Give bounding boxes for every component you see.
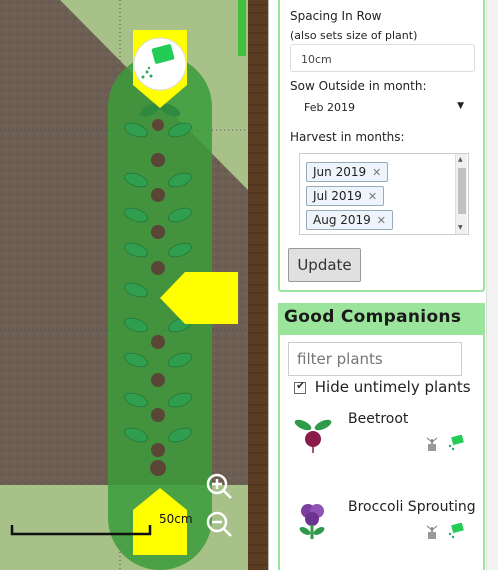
seed-packet-icon xyxy=(448,435,464,451)
hide-untimely-label: Hide untimely plants xyxy=(314,378,471,396)
harvest-tag[interactable]: Jun 2019 ✕ xyxy=(306,162,389,182)
companions-title: Good Companions xyxy=(284,307,462,327)
zoom-out-button[interactable] xyxy=(205,510,233,538)
companion-plant-name: Broccoli Sprouting xyxy=(348,499,476,515)
broccoli-icon xyxy=(299,504,325,539)
sow-label: Sow Outside in month: xyxy=(290,79,427,93)
seed-packet-icon xyxy=(448,523,464,539)
zoom-in-icon xyxy=(206,473,232,499)
check-icon: ✔ xyxy=(296,378,306,392)
spacing-label: Spacing In Row xyxy=(290,9,382,23)
sow-select[interactable]: Feb 2019 ▼ xyxy=(304,101,464,119)
remove-tag-icon[interactable]: ✕ xyxy=(372,166,381,179)
garden-canvas[interactable]: 50cm xyxy=(0,0,268,570)
beetroot-icon xyxy=(294,419,332,453)
companion-plant-item[interactable]: Broccoli Sprouting xyxy=(284,493,484,553)
plant-badge xyxy=(133,37,187,91)
multiselect-scrollbar[interactable]: ▲ ▼ xyxy=(455,154,467,234)
wooden-border xyxy=(248,0,268,570)
harvest-tag[interactable]: Jul 2019 ✕ xyxy=(306,186,385,206)
companion-plant-name: Beetroot xyxy=(348,411,409,427)
filter-plants-input[interactable] xyxy=(288,342,462,376)
remove-tag-icon[interactable]: ✕ xyxy=(368,190,377,203)
zoom-out-icon xyxy=(206,511,232,537)
zoom-in-button[interactable] xyxy=(205,472,233,500)
sow-select-value: Feb 2019 xyxy=(304,101,355,114)
harvest-tag[interactable]: Aug 2019 ✕ xyxy=(306,210,394,230)
update-button[interactable]: Update xyxy=(288,248,361,282)
harvest-label: Harvest in months: xyxy=(290,130,405,144)
spacing-note: (also sets size of plant) xyxy=(290,29,418,42)
checkbox[interactable]: ✔ xyxy=(294,378,306,394)
scale-label: 50cm xyxy=(159,512,193,526)
panel-scrollbar[interactable] xyxy=(486,0,498,570)
remove-tag-icon[interactable]: ✕ xyxy=(377,214,386,227)
companion-plant-item[interactable]: Beetroot xyxy=(284,405,484,465)
seedling-icon xyxy=(426,437,438,451)
spacing-input[interactable]: 10cm xyxy=(290,44,475,72)
green-indicator xyxy=(238,0,246,56)
hide-untimely-toggle[interactable]: ✔ Hide untimely plants xyxy=(294,378,471,396)
dropdown-arrow-icon: ▼ xyxy=(457,101,464,111)
seedling-icon xyxy=(426,525,438,539)
plant-details-panel: Spacing In Row (also sets size of plant)… xyxy=(268,0,498,570)
